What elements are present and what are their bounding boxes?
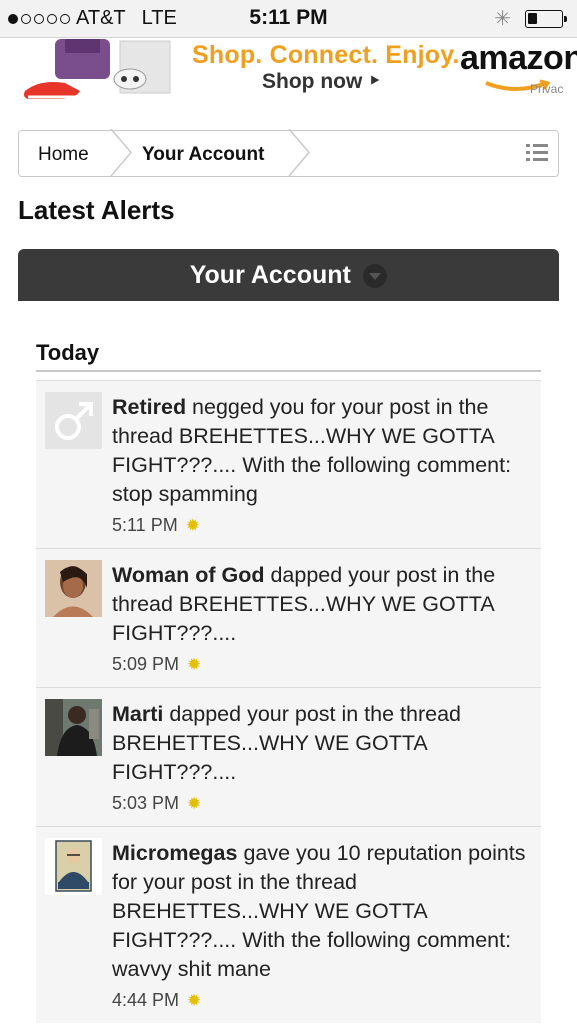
avatar[interactable] [45, 560, 102, 617]
list-item[interactable]: Micromegas gave you 10 reputation points… [36, 826, 541, 1023]
alert-timestamp: 5:11 PM ✹ [112, 515, 200, 535]
ad-tagline: Shop. Connect. Enjoy. [192, 41, 460, 69]
breadcrumb-home[interactable]: Home [38, 144, 89, 166]
ad-privacy-link[interactable]: Privac [530, 82, 563, 96]
alert-message: Micromegas gave you 10 reputation points… [112, 841, 526, 981]
alert-message: Woman of God dapped your post in the thr… [112, 563, 496, 645]
list-item[interactable]: Woman of God dapped your post in the thr… [36, 548, 541, 687]
alert-message: Marti dapped your post in the thread BRE… [112, 702, 462, 784]
alert-username[interactable]: Retired [112, 395, 186, 419]
status-right: ✳ [494, 6, 567, 31]
breadcrumb-separator-icon [110, 129, 132, 176]
alert-username[interactable]: Marti [112, 702, 163, 726]
breadcrumb-your-account[interactable]: Your Account [142, 144, 264, 166]
alert-timestamp: 5:03 PM ✹ [112, 793, 202, 813]
chevron-down-icon[interactable] [363, 263, 388, 288]
clock: 5:11 PM [249, 6, 328, 29]
new-indicator-icon: ✹ [187, 654, 202, 674]
alert-username[interactable]: Micromegas [112, 841, 237, 865]
avatar[interactable] [45, 699, 102, 756]
alert-message: Retired negged you for your post in the … [112, 395, 512, 506]
new-indicator-icon: ✹ [185, 515, 200, 535]
ad-shop-now-link[interactable]: Shop now ‣ [262, 69, 382, 94]
portrait-poster-icon [45, 838, 102, 895]
amazon-logo: amazon [460, 39, 577, 77]
breadcrumb-separator-icon [288, 129, 310, 176]
divider [36, 370, 541, 372]
status-bar: AT&T LTE 5:11 PM ✳ [0, 0, 577, 38]
avatar[interactable] [45, 838, 102, 895]
male-symbol-icon [45, 392, 102, 449]
ad-banner[interactable]: Shop. Connect. Enjoy. Shop now ‣ amazon [0, 39, 577, 109]
account-menu-bar[interactable]: Your Account [18, 249, 559, 301]
new-indicator-icon: ✹ [187, 990, 202, 1010]
page-title: Latest Alerts [18, 195, 175, 225]
list-item[interactable]: Marti dapped your post in the thread BRE… [36, 687, 541, 826]
alert-username[interactable]: Woman of God [112, 563, 264, 587]
alert-timestamp: 4:44 PM ✹ [112, 990, 202, 1010]
list-menu-icon[interactable] [526, 142, 548, 164]
alert-list: Retired negged you for your post in the … [36, 380, 541, 1023]
user-photo-icon [45, 560, 102, 617]
section-heading: Today [36, 340, 100, 365]
account-bar-title: Your Account [189, 261, 351, 289]
list-item[interactable]: Retired negged you for your post in the … [36, 380, 541, 548]
breadcrumb: Home Your Account [18, 129, 559, 177]
user-photo-icon [45, 699, 102, 756]
alert-timestamp: 5:09 PM ✹ [112, 654, 202, 674]
avatar[interactable] [45, 392, 102, 449]
bluetooth-icon: ✳ [494, 8, 511, 30]
ad-product-image [24, 39, 171, 99]
battery-icon [525, 9, 567, 28]
new-indicator-icon: ✹ [187, 793, 202, 813]
